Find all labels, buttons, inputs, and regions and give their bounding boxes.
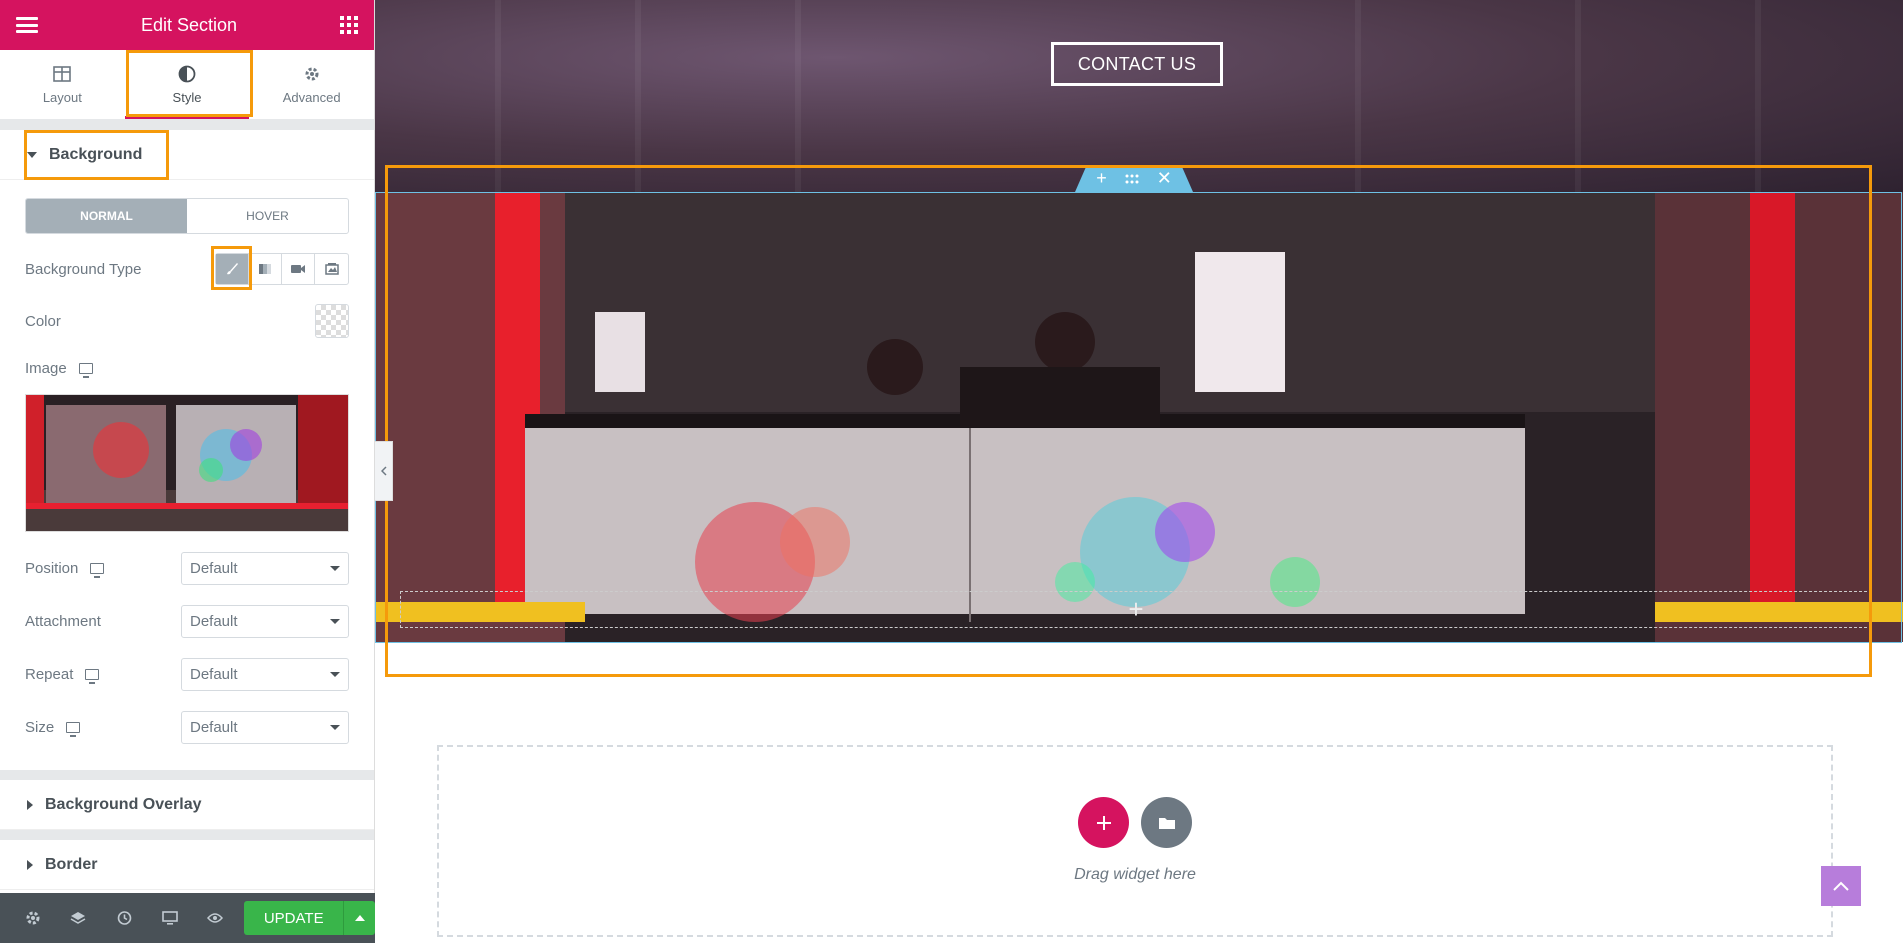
panel-collapse-toggle[interactable] bbox=[375, 441, 393, 501]
drag-icon[interactable] bbox=[1125, 168, 1139, 189]
tab-advanced-label: Advanced bbox=[282, 90, 341, 105]
tab-layout-label: Layout bbox=[42, 90, 82, 105]
background-type-control bbox=[215, 253, 349, 285]
chevron-up-icon bbox=[354, 915, 365, 921]
desktop-icon[interactable] bbox=[90, 563, 105, 578]
widgets-grid-icon[interactable] bbox=[340, 16, 358, 34]
color-label: Color bbox=[25, 312, 61, 330]
panel-tabs: Layout Style Advanced bbox=[0, 50, 374, 120]
size-row: Size Default bbox=[0, 711, 374, 744]
menu-icon[interactable] bbox=[16, 17, 38, 33]
border-title: Border bbox=[45, 855, 98, 873]
video-icon[interactable] bbox=[282, 254, 315, 284]
add-icon[interactable]: + bbox=[1096, 168, 1107, 189]
section-handle: + ✕ bbox=[1075, 165, 1193, 192]
normal-state-button[interactable]: NORMAL bbox=[26, 199, 187, 233]
color-picker[interactable] bbox=[315, 304, 349, 338]
update-options-button[interactable] bbox=[343, 901, 376, 935]
plus-icon bbox=[1096, 815, 1111, 830]
size-select[interactable]: Default bbox=[181, 711, 349, 744]
panel-footer: UPDATE bbox=[0, 893, 376, 943]
bar-section-background: + bbox=[375, 192, 1903, 642]
gradient-icon[interactable] bbox=[249, 254, 282, 284]
background-section-title: Background bbox=[49, 145, 143, 163]
repeat-label: Repeat bbox=[25, 666, 74, 683]
layout-icon bbox=[52, 64, 72, 84]
empty-column-add[interactable]: + bbox=[400, 591, 1872, 628]
size-value: Default bbox=[190, 719, 238, 736]
header-background bbox=[375, 0, 1903, 192]
drop-zone[interactable]: Drag widget here bbox=[437, 745, 1833, 937]
add-section-button[interactable] bbox=[1078, 797, 1129, 848]
folder-icon bbox=[1158, 817, 1175, 829]
close-icon[interactable]: ✕ bbox=[1157, 168, 1172, 189]
chevron-down-icon bbox=[330, 672, 340, 677]
desktop-icon[interactable] bbox=[78, 362, 93, 378]
preview-canvas: CONTACT US + + ✕ Drag widget here bbox=[375, 0, 1903, 943]
color-row: Color bbox=[0, 304, 374, 338]
caret-right-icon bbox=[27, 859, 33, 870]
background-image-preview[interactable] bbox=[25, 394, 349, 532]
divider bbox=[0, 770, 374, 780]
preview-icon[interactable] bbox=[193, 893, 239, 943]
settings-icon[interactable] bbox=[10, 893, 56, 943]
state-toggle: NORMAL HOVER bbox=[25, 198, 349, 234]
add-template-button[interactable] bbox=[1141, 797, 1192, 848]
update-button[interactable]: UPDATE bbox=[244, 901, 344, 935]
history-icon[interactable] bbox=[101, 893, 147, 943]
image-row: Image bbox=[0, 356, 374, 380]
panel-header: Edit Section bbox=[0, 0, 374, 50]
attachment-row: Attachment Default bbox=[0, 605, 374, 638]
chevron-down-icon bbox=[330, 566, 340, 571]
scroll-to-top-button[interactable] bbox=[1821, 866, 1861, 906]
desktop-icon[interactable] bbox=[85, 669, 100, 684]
chevron-left-icon bbox=[380, 466, 387, 476]
drop-zone-text: Drag widget here bbox=[1074, 866, 1196, 883]
repeat-select[interactable]: Default bbox=[181, 658, 349, 691]
position-row: Position Default bbox=[0, 552, 374, 585]
background-section-header[interactable]: Background bbox=[0, 130, 374, 180]
background-overlay-section-header[interactable]: Background Overlay bbox=[0, 780, 374, 830]
background-overlay-title: Background Overlay bbox=[45, 795, 202, 813]
image-label: Image bbox=[25, 359, 67, 377]
classic-brush-icon[interactable] bbox=[216, 254, 249, 284]
hover-state-button[interactable]: HOVER bbox=[187, 199, 348, 233]
background-type-label: Background Type bbox=[25, 260, 142, 278]
caret-down-icon bbox=[27, 151, 37, 158]
caret-right-icon bbox=[27, 799, 33, 810]
tab-layout[interactable]: Layout bbox=[0, 50, 125, 119]
panel-title: Edit Section bbox=[140, 14, 238, 35]
attachment-label: Attachment bbox=[25, 613, 101, 630]
style-icon bbox=[177, 64, 197, 84]
position-label: Position bbox=[25, 560, 79, 577]
chevron-down-icon bbox=[330, 619, 340, 624]
divider bbox=[0, 120, 374, 130]
repeat-row: Repeat Default bbox=[0, 658, 374, 691]
slideshow-icon[interactable] bbox=[315, 254, 348, 284]
position-select[interactable]: Default bbox=[181, 552, 349, 585]
editor-panel: Edit Section Layout Style Advanced Backg… bbox=[0, 0, 376, 943]
chevron-down-icon bbox=[330, 725, 340, 730]
chevron-up-icon bbox=[1833, 881, 1849, 891]
responsive-icon[interactable] bbox=[147, 893, 193, 943]
attachment-select[interactable]: Default bbox=[181, 605, 349, 638]
attachment-value: Default bbox=[190, 613, 238, 630]
repeat-value: Default bbox=[190, 666, 238, 683]
divider bbox=[0, 830, 374, 840]
size-label: Size bbox=[25, 719, 55, 736]
layers-icon[interactable] bbox=[56, 893, 102, 943]
tab-style[interactable]: Style bbox=[124, 50, 250, 119]
position-value: Default bbox=[190, 560, 238, 577]
contact-us-button[interactable]: CONTACT US bbox=[1051, 42, 1223, 86]
gear-icon bbox=[302, 64, 322, 84]
background-type-row: Background Type bbox=[0, 252, 374, 286]
desktop-icon[interactable] bbox=[66, 722, 81, 737]
tab-style-label: Style bbox=[172, 90, 202, 105]
border-section-header[interactable]: Border bbox=[0, 840, 374, 890]
tab-advanced[interactable]: Advanced bbox=[249, 50, 374, 119]
